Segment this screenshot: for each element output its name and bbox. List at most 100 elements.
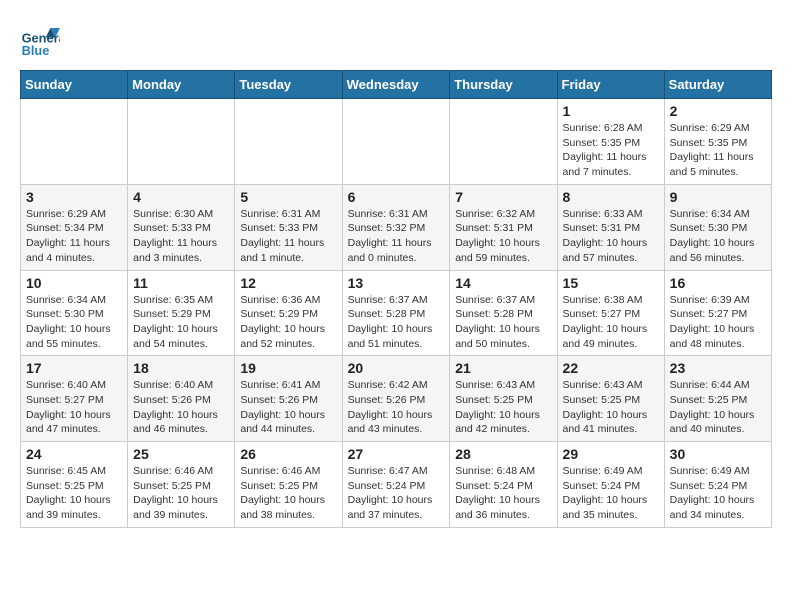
day-number: 4 bbox=[133, 189, 229, 205]
day-info: Sunrise: 6:47 AM Sunset: 5:24 PM Dayligh… bbox=[348, 464, 445, 523]
svg-text:Blue: Blue bbox=[22, 43, 50, 58]
day-number: 8 bbox=[563, 189, 659, 205]
day-info: Sunrise: 6:29 AM Sunset: 5:34 PM Dayligh… bbox=[26, 207, 122, 266]
calendar-cell: 8 Sunrise: 6:33 AM Sunset: 5:31 PM Daylig… bbox=[557, 184, 664, 270]
day-info: Sunrise: 6:41 AM Sunset: 5:26 PM Dayligh… bbox=[240, 378, 336, 437]
day-number: 16 bbox=[670, 275, 766, 291]
day-info: Sunrise: 6:45 AM Sunset: 5:25 PM Dayligh… bbox=[26, 464, 122, 523]
calendar-week-row: 17 Sunrise: 6:40 AM Sunset: 5:27 PM Dayli… bbox=[21, 356, 772, 442]
day-number: 25 bbox=[133, 446, 229, 462]
day-number: 29 bbox=[563, 446, 659, 462]
day-info: Sunrise: 6:40 AM Sunset: 5:26 PM Dayligh… bbox=[133, 378, 229, 437]
logo: General Blue bbox=[20, 20, 60, 60]
weekday-header: Sunday bbox=[21, 71, 128, 99]
calendar-cell: 25 Sunrise: 6:46 AM Sunset: 5:25 PM Dayli… bbox=[128, 442, 235, 528]
day-number: 11 bbox=[133, 275, 229, 291]
day-number: 27 bbox=[348, 446, 445, 462]
calendar-cell: 4 Sunrise: 6:30 AM Sunset: 5:33 PM Daylig… bbox=[128, 184, 235, 270]
calendar-cell: 12 Sunrise: 6:36 AM Sunset: 5:29 PM Dayli… bbox=[235, 270, 342, 356]
day-info: Sunrise: 6:28 AM Sunset: 5:35 PM Dayligh… bbox=[563, 121, 659, 180]
day-info: Sunrise: 6:40 AM Sunset: 5:27 PM Dayligh… bbox=[26, 378, 122, 437]
day-info: Sunrise: 6:37 AM Sunset: 5:28 PM Dayligh… bbox=[455, 293, 551, 352]
day-info: Sunrise: 6:43 AM Sunset: 5:25 PM Dayligh… bbox=[563, 378, 659, 437]
calendar-cell: 21 Sunrise: 6:43 AM Sunset: 5:25 PM Dayli… bbox=[450, 356, 557, 442]
day-number: 5 bbox=[240, 189, 336, 205]
day-info: Sunrise: 6:33 AM Sunset: 5:31 PM Dayligh… bbox=[563, 207, 659, 266]
day-info: Sunrise: 6:29 AM Sunset: 5:35 PM Dayligh… bbox=[670, 121, 766, 180]
calendar-cell: 24 Sunrise: 6:45 AM Sunset: 5:25 PM Dayli… bbox=[21, 442, 128, 528]
calendar-cell bbox=[342, 99, 450, 185]
day-number: 7 bbox=[455, 189, 551, 205]
calendar-cell: 28 Sunrise: 6:48 AM Sunset: 5:24 PM Dayli… bbox=[450, 442, 557, 528]
calendar-cell: 29Sunrise: 6:49 AM Sunset: 5:24 PM Dayli… bbox=[557, 442, 664, 528]
calendar-cell: 10Sunrise: 6:34 AM Sunset: 5:30 PM Dayli… bbox=[21, 270, 128, 356]
day-number: 20 bbox=[348, 360, 445, 376]
day-info: Sunrise: 6:42 AM Sunset: 5:26 PM Dayligh… bbox=[348, 378, 445, 437]
calendar-cell bbox=[21, 99, 128, 185]
weekday-header: Friday bbox=[557, 71, 664, 99]
calendar-cell: 3 Sunrise: 6:29 AM Sunset: 5:34 PM Daylig… bbox=[21, 184, 128, 270]
day-number: 19 bbox=[240, 360, 336, 376]
day-info: Sunrise: 6:36 AM Sunset: 5:29 PM Dayligh… bbox=[240, 293, 336, 352]
calendar-cell: 14 Sunrise: 6:37 AM Sunset: 5:28 PM Dayli… bbox=[450, 270, 557, 356]
day-info: Sunrise: 6:35 AM Sunset: 5:29 PM Dayligh… bbox=[133, 293, 229, 352]
day-number: 24 bbox=[26, 446, 122, 462]
calendar-cell: 9Sunrise: 6:34 AM Sunset: 5:30 PM Daylig… bbox=[664, 184, 771, 270]
calendar-cell: 11 Sunrise: 6:35 AM Sunset: 5:29 PM Dayli… bbox=[128, 270, 235, 356]
day-number: 3 bbox=[26, 189, 122, 205]
calendar-cell: 5 Sunrise: 6:31 AM Sunset: 5:33 PM Daylig… bbox=[235, 184, 342, 270]
day-number: 14 bbox=[455, 275, 551, 291]
calendar-cell: 2 Sunrise: 6:29 AM Sunset: 5:35 PM Daylig… bbox=[664, 99, 771, 185]
calendar-cell bbox=[128, 99, 235, 185]
day-number: 26 bbox=[240, 446, 336, 462]
day-info: Sunrise: 6:44 AM Sunset: 5:25 PM Dayligh… bbox=[670, 378, 766, 437]
calendar-week-row: 10Sunrise: 6:34 AM Sunset: 5:30 PM Dayli… bbox=[21, 270, 772, 356]
day-info: Sunrise: 6:38 AM Sunset: 5:27 PM Dayligh… bbox=[563, 293, 659, 352]
calendar-week-row: 24 Sunrise: 6:45 AM Sunset: 5:25 PM Dayli… bbox=[21, 442, 772, 528]
calendar-cell: 17 Sunrise: 6:40 AM Sunset: 5:27 PM Dayli… bbox=[21, 356, 128, 442]
day-info: Sunrise: 6:37 AM Sunset: 5:28 PM Dayligh… bbox=[348, 293, 445, 352]
day-number: 13 bbox=[348, 275, 445, 291]
calendar-cell: 15 Sunrise: 6:38 AM Sunset: 5:27 PM Dayli… bbox=[557, 270, 664, 356]
calendar-cell: 23 Sunrise: 6:44 AM Sunset: 5:25 PM Dayli… bbox=[664, 356, 771, 442]
weekday-header: Thursday bbox=[450, 71, 557, 99]
day-info: Sunrise: 6:49 AM Sunset: 5:24 PM Dayligh… bbox=[670, 464, 766, 523]
day-number: 22 bbox=[563, 360, 659, 376]
day-info: Sunrise: 6:31 AM Sunset: 5:32 PM Dayligh… bbox=[348, 207, 445, 266]
day-info: Sunrise: 6:32 AM Sunset: 5:31 PM Dayligh… bbox=[455, 207, 551, 266]
calendar-cell: 19 Sunrise: 6:41 AM Sunset: 5:26 PM Dayli… bbox=[235, 356, 342, 442]
day-number: 12 bbox=[240, 275, 336, 291]
day-number: 10 bbox=[26, 275, 122, 291]
day-info: Sunrise: 6:46 AM Sunset: 5:25 PM Dayligh… bbox=[133, 464, 229, 523]
calendar-cell: 16 Sunrise: 6:39 AM Sunset: 5:27 PM Dayli… bbox=[664, 270, 771, 356]
calendar-cell: 20 Sunrise: 6:42 AM Sunset: 5:26 PM Dayli… bbox=[342, 356, 450, 442]
day-info: Sunrise: 6:46 AM Sunset: 5:25 PM Dayligh… bbox=[240, 464, 336, 523]
calendar-cell: 30 Sunrise: 6:49 AM Sunset: 5:24 PM Dayli… bbox=[664, 442, 771, 528]
day-info: Sunrise: 6:43 AM Sunset: 5:25 PM Dayligh… bbox=[455, 378, 551, 437]
day-number: 2 bbox=[670, 103, 766, 119]
day-info: Sunrise: 6:39 AM Sunset: 5:27 PM Dayligh… bbox=[670, 293, 766, 352]
weekday-header: Tuesday bbox=[235, 71, 342, 99]
day-number: 15 bbox=[563, 275, 659, 291]
calendar-week-row: 3 Sunrise: 6:29 AM Sunset: 5:34 PM Daylig… bbox=[21, 184, 772, 270]
day-number: 30 bbox=[670, 446, 766, 462]
day-number: 17 bbox=[26, 360, 122, 376]
day-number: 6 bbox=[348, 189, 445, 205]
day-info: Sunrise: 6:34 AM Sunset: 5:30 PM Dayligh… bbox=[670, 207, 766, 266]
weekday-header: Saturday bbox=[664, 71, 771, 99]
calendar-cell bbox=[450, 99, 557, 185]
day-info: Sunrise: 6:31 AM Sunset: 5:33 PM Dayligh… bbox=[240, 207, 336, 266]
calendar-cell: 7 Sunrise: 6:32 AM Sunset: 5:31 PM Daylig… bbox=[450, 184, 557, 270]
page-header: General Blue bbox=[20, 20, 772, 60]
day-number: 18 bbox=[133, 360, 229, 376]
day-number: 23 bbox=[670, 360, 766, 376]
day-number: 28 bbox=[455, 446, 551, 462]
weekday-header: Monday bbox=[128, 71, 235, 99]
day-info: Sunrise: 6:48 AM Sunset: 5:24 PM Dayligh… bbox=[455, 464, 551, 523]
calendar-cell: 13 Sunrise: 6:37 AM Sunset: 5:28 PM Dayli… bbox=[342, 270, 450, 356]
day-info: Sunrise: 6:30 AM Sunset: 5:33 PM Dayligh… bbox=[133, 207, 229, 266]
day-number: 21 bbox=[455, 360, 551, 376]
day-number: 1 bbox=[563, 103, 659, 119]
calendar-cell: 22 Sunrise: 6:43 AM Sunset: 5:25 PM Dayli… bbox=[557, 356, 664, 442]
weekday-header: Wednesday bbox=[342, 71, 450, 99]
